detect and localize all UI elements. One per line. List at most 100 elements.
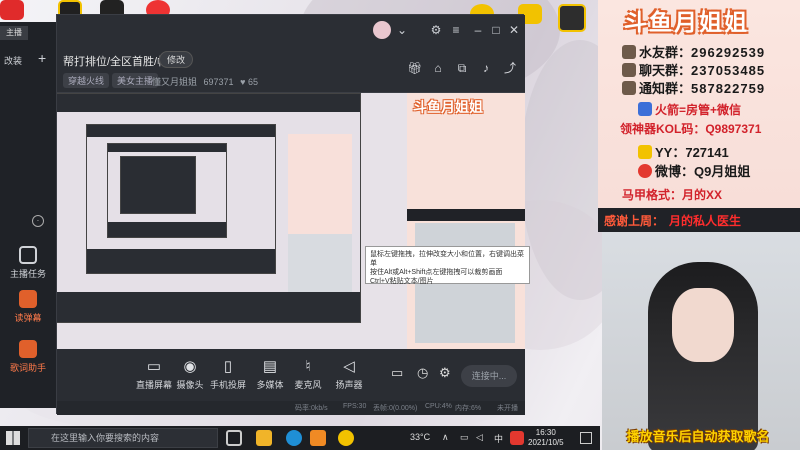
edit-title-button[interactable]: 修改 <box>159 51 194 68</box>
fans-count: 65 <box>247 77 258 87</box>
thanks-label: 感谢上周： <box>604 214 665 228</box>
network-icon[interactable]: ▭ <box>460 432 469 443</box>
sidebar-item-label: 主播任务 <box>9 269 46 279</box>
clock-date: 2021/10/5 <box>528 438 564 447</box>
group-label: 水友群： <box>639 45 692 60</box>
desktop-app-icon[interactable] <box>558 4 586 32</box>
speaker-icon: ◁ <box>343 358 355 375</box>
share-icon[interactable]: ⤴ <box>503 61 517 75</box>
camera-icon: ◉ <box>183 358 197 375</box>
taskbar-clock[interactable]: 16:30 2021/10/5 <box>528 428 564 448</box>
group-number: 296292539 <box>691 45 766 60</box>
volume-icon[interactable]: ◁ <box>476 432 483 443</box>
streamer-name: 懂又月姐姐 <box>152 77 198 87</box>
microphone-button[interactable]: ♮ 麦克风 <box>287 359 329 391</box>
nested-overlay-panel <box>288 134 352 234</box>
weibo-icon <box>638 164 652 178</box>
tooltip-text: 鼠标左键拖拽，拉伸改变大小和位置，右键调出菜单 按住Alt或Alt+Shift点… <box>370 251 524 285</box>
app-icon[interactable] <box>338 430 354 446</box>
menu-icon[interactable]: ≡ <box>449 23 463 37</box>
avatar[interactable] <box>373 21 391 39</box>
add-icon[interactable]: + <box>38 50 46 66</box>
nested-webcam <box>288 234 352 292</box>
rocket-line: 火箭=房管+微信 <box>638 101 741 118</box>
gift-icon[interactable]: 🎁︎ <box>407 61 422 75</box>
group-label: 聊天群： <box>639 63 692 78</box>
microphone-icon: ♮ <box>305 358 311 375</box>
format-text: 马甲格式：月的XX <box>622 188 723 202</box>
camera-label: 摄像头 <box>176 380 204 390</box>
kol-line: 领神器KOL码：Q9897371 <box>620 120 761 137</box>
status-dropped: 丢帧:0(0.00%) <box>373 405 418 412</box>
windows-taskbar: 在这里输入你要搜索的内容 33°C ∧ ▭ ◁ 中 16:30 2021/10/… <box>0 426 600 450</box>
sidebar-item-danmaku[interactable]: 读弹幕 <box>0 290 56 324</box>
webcam-face <box>672 288 734 362</box>
media-button[interactable]: ▤ 多媒体 <box>249 359 291 391</box>
chevron-down-icon[interactable]: ⌄ <box>395 23 409 37</box>
sidebar-item-task[interactable]: 主播任务 <box>0 246 56 280</box>
edge-icon[interactable] <box>286 430 302 446</box>
canvas-tooltip: 鼠标左键拖拽，拉伸改变大小和位置，右键调出菜单 按住Alt或Alt+Shift点… <box>365 246 530 285</box>
timer-icon[interactable]: ◷ <box>417 365 428 381</box>
start-stream-button[interactable]: 连接中... <box>461 365 517 387</box>
status-cpu: CPU:4% <box>425 403 452 410</box>
task-view-icon[interactable] <box>226 430 242 446</box>
category-tags[interactable]: 穿越火线 美女主播 <box>63 73 161 88</box>
media-label: 多媒体 <box>256 380 284 390</box>
lyrics-icon <box>19 340 37 358</box>
sidebar-item-label: 歌词助手 <box>9 363 46 373</box>
clock-time: 16:30 <box>535 428 556 437</box>
group-line: 通知群：587822759 <box>622 78 765 97</box>
phone-cast-label: 手机投屏 <box>209 380 246 390</box>
sidebar-menu-label[interactable]: 改装 <box>4 54 22 67</box>
douyu-icon[interactable] <box>310 430 326 446</box>
more-icon[interactable]: · <box>32 215 44 227</box>
group-line: 聊天群：237053485 <box>622 60 765 79</box>
webcam-feed <box>602 232 800 450</box>
yy-text: YY：727141 <box>655 145 729 160</box>
add-camera-button[interactable]: ◉ 摄像头 <box>169 359 211 391</box>
weather-readout[interactable]: 33°C <box>410 432 430 442</box>
copy-icon[interactable]: ⧉ <box>455 61 469 75</box>
media-icon: ▤ <box>262 358 278 375</box>
maximize-icon[interactable]: □ <box>489 23 503 37</box>
file-explorer-icon[interactable] <box>256 430 272 446</box>
group-line: 水友群：296292539 <box>622 42 765 61</box>
speaker-button[interactable]: ◁ 扬声器 <box>328 359 370 391</box>
speaker-label: 扬声器 <box>335 380 363 390</box>
sidebar-top-label: 主播 <box>0 26 28 40</box>
record-icon[interactable]: ▭ <box>391 365 403 381</box>
minimize-icon[interactable]: – <box>471 23 485 37</box>
lock-icon[interactable]: ⌂ <box>431 61 445 75</box>
category-primary[interactable]: 穿越火线 <box>63 73 110 88</box>
window-titlebar: ⌄ ⚙ ≡ – □ ✕ <box>57 15 525 45</box>
phone-cast-button[interactable]: ▯ 手机投屏 <box>207 359 249 391</box>
status-memory: 内存:6% <box>455 405 482 412</box>
ime-icon[interactable]: 中 <box>494 432 503 445</box>
kol-text: 领神器KOL码：Q9897371 <box>620 122 762 136</box>
format-line: 马甲格式：月的XX <box>622 186 722 203</box>
tray-chevron-icon[interactable]: ∧ <box>442 432 449 443</box>
sidebar-item-label: 读弹幕 <box>14 313 42 323</box>
desktop-app-icon[interactable] <box>0 0 24 20</box>
group-label: 通知群： <box>639 81 692 96</box>
overlay-preview <box>407 93 525 349</box>
notification-icon[interactable] <box>580 432 592 444</box>
status-bitrate: 码率:0kb/s <box>295 405 328 412</box>
chat-icon <box>622 45 636 59</box>
rocket-text: 火箭=房管+微信 <box>655 103 742 117</box>
danmaku-icon <box>19 290 37 308</box>
windows-start-icon[interactable] <box>6 431 20 445</box>
settings-icon[interactable]: ⚙ <box>429 23 443 37</box>
app-tray-icon[interactable] <box>510 431 524 445</box>
app-sidebar: 主播 改装 + · 主播任务 读弹幕 歌词助手 <box>0 22 56 408</box>
settings-gear-icon[interactable]: ⚙ <box>439 365 451 381</box>
preview-canvas[interactable]: 斗鱼月姐姐 <box>57 93 525 349</box>
thanks-name: 月的私人医生 <box>669 214 742 228</box>
sidebar-item-lyrics[interactable]: 歌词助手 <box>0 340 56 374</box>
taskbar-search-input[interactable]: 在这里输入你要搜索的内容 <box>28 428 218 448</box>
chat-icon <box>622 81 636 95</box>
group-number: 237053485 <box>691 63 766 78</box>
close-icon[interactable]: ✕ <box>507 23 521 37</box>
bell-icon[interactable]: ♪ <box>479 61 493 75</box>
